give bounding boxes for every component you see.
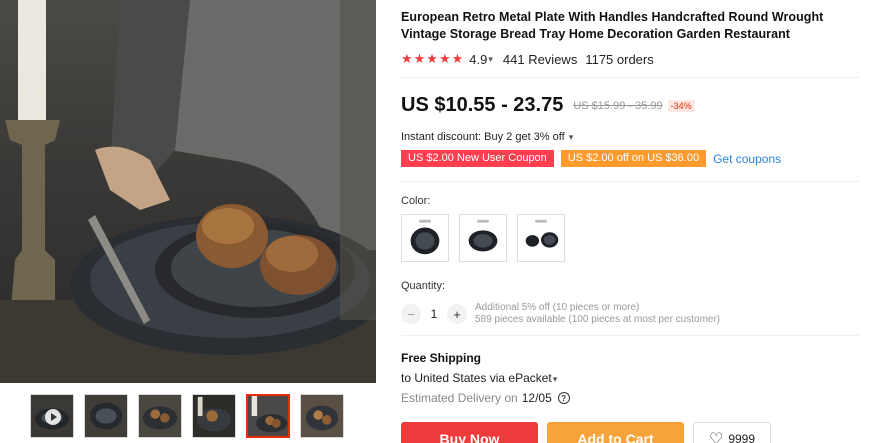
color-label: Color: xyxy=(401,195,431,207)
discount-badge: -34% xyxy=(667,99,695,112)
shipping-destination[interactable]: to United States via ePacket▾ xyxy=(401,371,863,385)
coupon-row: US $2.00 New User Coupon US $2.00 off on… xyxy=(401,150,863,167)
wishlist-count: 9999 xyxy=(728,432,756,443)
estimated-delivery-label: Estimated Delivery on xyxy=(401,391,518,405)
action-buttons: Buy Now Add to Cart ♡ 9999 xyxy=(401,422,863,443)
color-swatches xyxy=(401,214,863,262)
quantity-label: Quantity: xyxy=(401,280,446,292)
color-option-3[interactable] xyxy=(517,214,565,262)
original-price: US $15.99 - 35.99 xyxy=(573,99,663,112)
divider xyxy=(401,335,859,336)
add-to-cart-button[interactable]: Add to Cart xyxy=(547,422,684,443)
star-icon[interactable]: ★★★★★ xyxy=(401,51,464,67)
rating-value[interactable]: 4.9 xyxy=(469,52,487,67)
divider xyxy=(401,77,859,78)
thumbnail-4[interactable] xyxy=(192,394,236,438)
thumbnail-video[interactable] xyxy=(30,394,74,438)
chevron-down-icon: ▾ xyxy=(552,374,558,384)
thumbnail-3[interactable] xyxy=(138,394,182,438)
play-icon xyxy=(45,409,61,425)
product-info-panel: European Retro Metal Plate With Handles … xyxy=(401,0,863,443)
thumbnail-2[interactable] xyxy=(84,394,128,438)
heart-icon: ♡ xyxy=(708,431,724,443)
thumbnail-6[interactable] xyxy=(300,394,344,438)
spend-coupon[interactable]: US $2.00 off on US $36.00 xyxy=(560,150,707,167)
estimated-delivery-date: 12/05 xyxy=(521,391,552,405)
get-coupons-link[interactable]: Get coupons xyxy=(713,152,781,166)
reviews-link[interactable]: 441 Reviews xyxy=(503,52,577,67)
color-option-2[interactable] xyxy=(459,214,507,262)
quantity-plus-button[interactable]: + xyxy=(447,304,467,324)
orders-count: 1175 orders xyxy=(585,51,654,67)
thumbnail-strip xyxy=(30,394,344,438)
quantity-additional-discount: Additional 5% off (10 pieces or more) xyxy=(475,302,640,313)
help-circle-icon[interactable]: ? xyxy=(557,392,570,404)
estimated-delivery: Estimated Delivery on 12/05 ? xyxy=(401,391,863,405)
price-row: US $10.55 - 23.75 US $15.99 - 35.99 -34% xyxy=(401,94,863,117)
chevron-down-icon: ▾ xyxy=(568,132,574,142)
instant-discount[interactable]: Instant discount: Buy 2 get 3% off ▾ xyxy=(401,131,863,143)
shipping-destination-text: to United States via ePacket xyxy=(401,371,552,385)
thumbnail-5-selected[interactable] xyxy=(246,394,290,438)
divider xyxy=(401,181,859,182)
rating-row: ★★★★★ 4.9 ▾ 441 Reviews 1175 orders xyxy=(401,51,863,67)
color-option-1[interactable] xyxy=(401,214,449,262)
quantity-info: Additional 5% off (10 pieces or more) 58… xyxy=(475,302,720,326)
buy-now-button[interactable]: Buy Now xyxy=(401,422,538,443)
product-title: European Retro Metal Plate With Handles … xyxy=(401,10,824,41)
current-price: US $10.55 - 23.75 xyxy=(401,94,564,116)
quantity-available: 589 pieces available (100 pieces at most… xyxy=(475,314,721,325)
quantity-minus-button[interactable]: − xyxy=(401,304,421,324)
new-user-coupon[interactable]: US $2.00 New User Coupon xyxy=(401,150,554,167)
product-photo xyxy=(0,0,376,383)
quantity-stepper: − 1 + Additional 5% off (10 pieces or mo… xyxy=(401,302,863,326)
main-product-image[interactable] xyxy=(0,0,376,383)
quantity-input[interactable]: 1 xyxy=(421,307,447,321)
free-shipping-title: Free Shipping xyxy=(401,351,482,365)
instant-discount-text: Instant discount: Buy 2 get 3% off xyxy=(401,131,565,143)
chevron-down-icon[interactable]: ▾ xyxy=(488,54,493,65)
wishlist-button[interactable]: ♡ 9999 xyxy=(693,422,771,443)
